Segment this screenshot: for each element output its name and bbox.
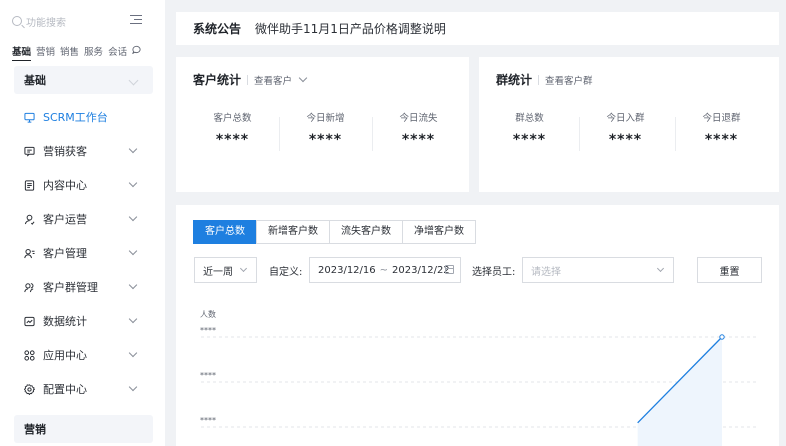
chevron-up-icon <box>128 75 139 86</box>
reset-button[interactable]: 重置 <box>697 257 762 283</box>
y-tick-label: **** <box>200 371 216 380</box>
sidebar-item-label: 内容中心 <box>43 179 87 192</box>
group-stats-card: 群统计 查看客户群 群总数 **** 今日入群 **** 今日退群 **** <box>479 57 779 192</box>
notice-message[interactable]: 微伴助手11月1日产品价格调整说明 <box>255 20 446 37</box>
chevron-down-icon[interactable] <box>298 73 308 83</box>
group-icon <box>24 282 34 292</box>
chevron-down-icon <box>128 178 138 188</box>
document-icon <box>24 179 35 191</box>
stat-joined-groups: 今日入群 **** <box>606 113 645 148</box>
series-area <box>637 337 722 446</box>
message-icon <box>24 146 35 156</box>
system-notice: 系统公告 微伴助手11月1日产品价格调整说明 <box>176 12 779 45</box>
trend-card: 客户总数 新增客户数 流失客户数 净增客户数 近一周 自定义: 2023/12/… <box>176 205 779 446</box>
sidebar-item-scrm[interactable]: SCRM工作台 <box>24 107 144 127</box>
y-tick-label: **** <box>200 416 216 425</box>
customer-stats-card: 客户统计 查看客户 客户总数 **** 今日新增 **** 今日流失 **** <box>176 57 469 192</box>
stat-lost-customers: 今日流失 **** <box>399 113 438 148</box>
sidebar-item-marketing[interactable]: 营销获客 <box>24 141 144 161</box>
chevron-down-icon <box>128 314 138 324</box>
date-range-picker[interactable]: 2023/12/16 ~ 2023/12/22 <box>309 257 461 283</box>
trend-line-chart: 人数 **** **** **** <box>200 309 759 446</box>
metric-tabs: 客户总数 新增客户数 流失客户数 净增客户数 <box>193 220 476 244</box>
stat-total-customers: 客户总数 **** <box>213 113 252 148</box>
sidebar-item-groups[interactable]: 客户群管理 <box>24 277 144 297</box>
sidebar-item-label: 数据统计 <box>43 315 87 328</box>
tab-total-customers[interactable]: 客户总数 <box>193 220 257 244</box>
user-list-icon <box>24 248 35 258</box>
chevron-down-icon <box>128 246 138 256</box>
section-basic-label: 基础 <box>24 74 46 87</box>
sidebar-item-statistics[interactable]: 数据统计 <box>24 311 144 331</box>
chevron-down-icon <box>128 382 138 392</box>
chat-icon[interactable] <box>132 45 141 54</box>
chart-icon <box>24 316 35 326</box>
date-end: 2023/12/22 <box>392 264 450 276</box>
section-marketing-label: 营销 <box>24 423 46 436</box>
sidebar-item-label: SCRM工作台 <box>43 111 108 124</box>
tab-sales[interactable]: 销售 <box>60 44 79 61</box>
chevron-down-icon <box>128 144 138 154</box>
group-stats-title: 群统计 <box>496 73 533 87</box>
sidebar: 功能搜索 基础 营销 销售 服务 会话 基础 SCRM工作台 营销获客 内容中心… <box>0 0 165 446</box>
menu-collapse-icon[interactable] <box>130 15 142 25</box>
stat-new-customers: 今日新增 **** <box>306 113 345 148</box>
period-select[interactable]: 近一周 <box>194 257 257 283</box>
sidebar-item-label: 应用中心 <box>43 349 87 362</box>
staff-select[interactable]: 请选择 <box>522 257 674 283</box>
chevron-down-icon <box>128 212 138 222</box>
chevron-down-icon <box>239 264 248 273</box>
date-separator: ~ <box>379 264 389 276</box>
apps-icon <box>24 349 35 361</box>
tab-service[interactable]: 服务 <box>84 44 103 61</box>
date-start: 2023/12/16 <box>318 264 376 276</box>
sidebar-item-label: 客户管理 <box>43 247 87 260</box>
chevron-down-icon <box>128 280 138 290</box>
tab-lost-customers[interactable]: 流失客户数 <box>329 220 403 244</box>
tab-chat[interactable]: 会话 <box>108 44 127 61</box>
y-tick-label: **** <box>200 326 216 335</box>
stat-left-groups: 今日退群 **** <box>702 113 741 148</box>
customer-stats-title: 客户统计 <box>193 73 242 87</box>
staff-label: 选择员工: <box>472 266 516 278</box>
monitor-icon <box>24 112 35 123</box>
sidebar-item-apps[interactable]: 应用中心 <box>24 345 144 365</box>
search-icon <box>12 16 22 26</box>
tab-basic[interactable]: 基础 <box>12 44 32 61</box>
search-input[interactable]: 功能搜索 <box>12 12 140 30</box>
notice-title: 系统公告 <box>193 22 242 36</box>
sidebar-tabs: 基础 营销 销售 服务 会话 <box>12 44 141 61</box>
stat-total-groups: 群总数 **** <box>512 113 547 148</box>
calendar-icon <box>445 265 454 274</box>
sidebar-item-label: 客户群管理 <box>43 281 98 294</box>
sidebar-item-label: 配置中心 <box>43 383 87 396</box>
user-icon <box>24 214 35 225</box>
view-groups-link[interactable]: 查看客户群 <box>545 73 593 87</box>
y-axis-label: 人数 <box>200 309 216 319</box>
search-placeholder: 功能搜索 <box>26 17 66 29</box>
data-point <box>719 334 725 340</box>
section-marketing[interactable]: 营销 <box>14 415 153 443</box>
tab-new-customers[interactable]: 新增客户数 <box>256 220 330 244</box>
sidebar-item-content[interactable]: 内容中心 <box>24 175 144 195</box>
chevron-down-icon <box>656 264 665 273</box>
section-basic[interactable]: 基础 <box>14 66 153 94</box>
tab-marketing[interactable]: 营销 <box>36 44 55 61</box>
custom-range-label: 自定义: <box>269 266 303 278</box>
settings-icon <box>24 383 35 395</box>
view-customers-link[interactable]: 查看客户 <box>254 73 292 87</box>
sidebar-item-label: 客户运营 <box>43 213 87 226</box>
tab-net-customers[interactable]: 净增客户数 <box>402 220 476 244</box>
sidebar-item-label: 营销获客 <box>43 145 87 158</box>
sidebar-item-operations[interactable]: 客户运营 <box>24 209 144 229</box>
chevron-down-icon <box>128 348 138 358</box>
sidebar-item-customers[interactable]: 客户管理 <box>24 243 144 263</box>
sidebar-item-config[interactable]: 配置中心 <box>24 379 144 399</box>
